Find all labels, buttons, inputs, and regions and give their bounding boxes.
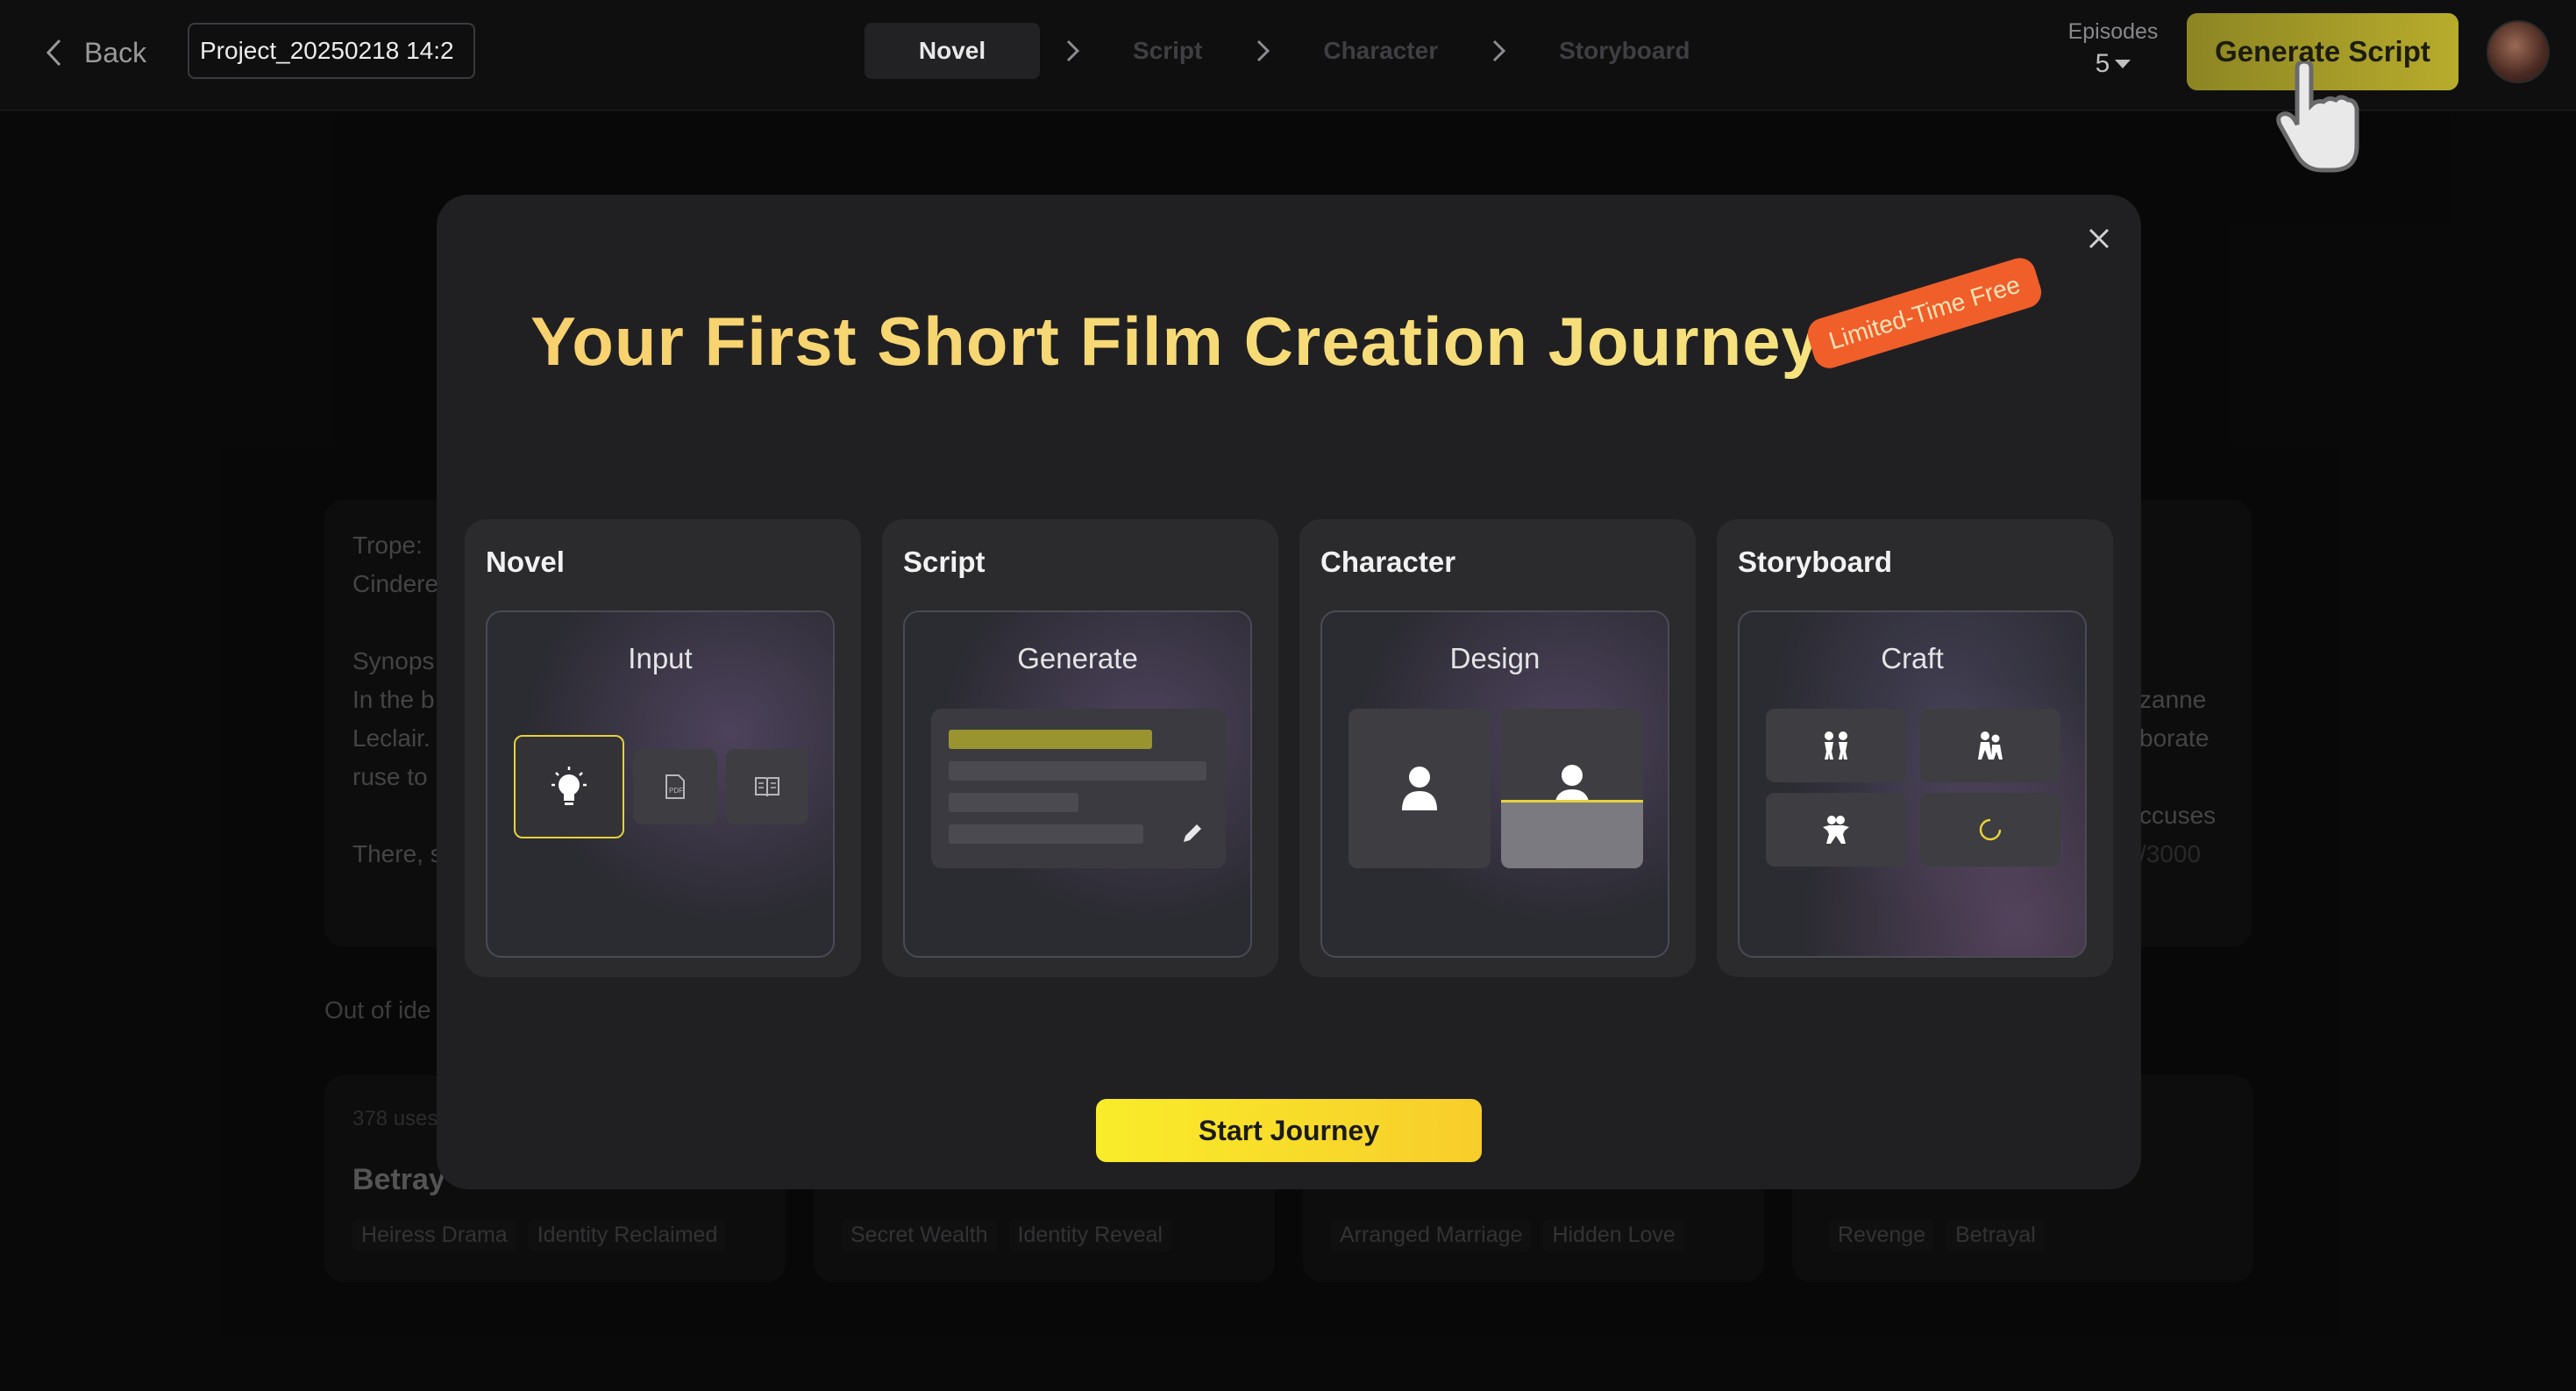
hugging-people-icon xyxy=(1823,816,1849,844)
back-label: Back xyxy=(84,36,147,68)
chevron-right-icon xyxy=(1257,39,1270,62)
script-preview xyxy=(931,709,1226,868)
start-journey-button[interactable]: Start Journey xyxy=(1096,1099,1482,1162)
person-icon xyxy=(1555,765,1590,802)
pointer-hand-icon xyxy=(2276,61,2359,173)
step-card-storyboard: Storyboard Craft xyxy=(1717,519,2113,977)
pdf-icon: PDF xyxy=(665,774,685,799)
step-storyboard[interactable]: Storyboard xyxy=(1531,23,1718,79)
step-card-novel: Novel Input PDF xyxy=(465,519,861,977)
book-option xyxy=(726,749,808,824)
step-card-character: Character Design xyxy=(1299,519,1696,977)
card-title: Novel xyxy=(486,546,565,578)
chevron-right-icon xyxy=(1493,39,1506,62)
storyboard-frame xyxy=(1766,709,1906,782)
book-icon xyxy=(755,777,779,797)
step-character[interactable]: Character xyxy=(1295,23,1466,79)
card-illustration: Input PDF xyxy=(486,610,835,958)
card-label: Generate xyxy=(1017,642,1138,674)
step-nav: Novel Script Character Storyboard xyxy=(865,23,1718,79)
chevron-right-icon xyxy=(1066,39,1080,62)
step-card-script: Script Generate xyxy=(882,519,1278,977)
card-title: Character xyxy=(1320,546,1456,578)
pencil-icon xyxy=(1184,824,1201,842)
close-icon[interactable] xyxy=(2083,223,2115,254)
dancing-people-icon xyxy=(1978,731,2003,760)
script-line xyxy=(949,793,1078,812)
step-novel[interactable]: Novel xyxy=(865,23,1040,79)
person-icon xyxy=(1402,767,1437,810)
character-slot xyxy=(1348,709,1491,868)
lightbulb-icon xyxy=(551,767,587,805)
script-line xyxy=(949,824,1143,844)
storyboard-frame-loading xyxy=(1920,793,2060,867)
card-label: Design xyxy=(1449,642,1541,674)
episodes-value: 5 xyxy=(2095,49,2110,78)
storyboard-frame xyxy=(1766,793,1906,867)
card-title: Storyboard xyxy=(1738,546,1893,578)
chevron-left-icon xyxy=(46,39,61,67)
episodes-label: Episodes xyxy=(2067,19,2159,44)
script-line xyxy=(949,761,1206,781)
back-button[interactable]: Back xyxy=(44,32,146,74)
card-title: Script xyxy=(903,546,986,578)
avatar[interactable] xyxy=(2487,20,2550,83)
caret-down-icon xyxy=(2115,60,2131,68)
idea-option xyxy=(514,735,624,838)
modal-title: Your First Short Film Creation Journey xyxy=(530,303,1821,380)
scan-progress xyxy=(1501,800,1643,868)
step-script[interactable]: Script xyxy=(1105,23,1230,79)
card-illustration: Craft xyxy=(1738,610,2087,958)
storyboard-frame xyxy=(1920,709,2060,782)
loading-spinner-icon xyxy=(1979,818,2002,841)
pdf-option: PDF xyxy=(633,749,717,824)
card-illustration: Design xyxy=(1320,610,1669,958)
people-icon xyxy=(1825,731,1847,760)
card-label: Craft xyxy=(1881,642,1944,674)
script-line-highlight xyxy=(949,730,1152,749)
project-name-field[interactable]: Project_20250218 14:2 xyxy=(188,23,475,79)
svg-text:PDF: PDF xyxy=(669,787,683,795)
top-bar: Back Project_20250218 14:2 Novel Script … xyxy=(0,0,2576,111)
episodes-select[interactable]: 5 xyxy=(2078,49,2148,79)
card-label: Input xyxy=(628,642,693,674)
card-illustration: Generate xyxy=(903,610,1252,958)
character-slot-active xyxy=(1501,709,1643,868)
